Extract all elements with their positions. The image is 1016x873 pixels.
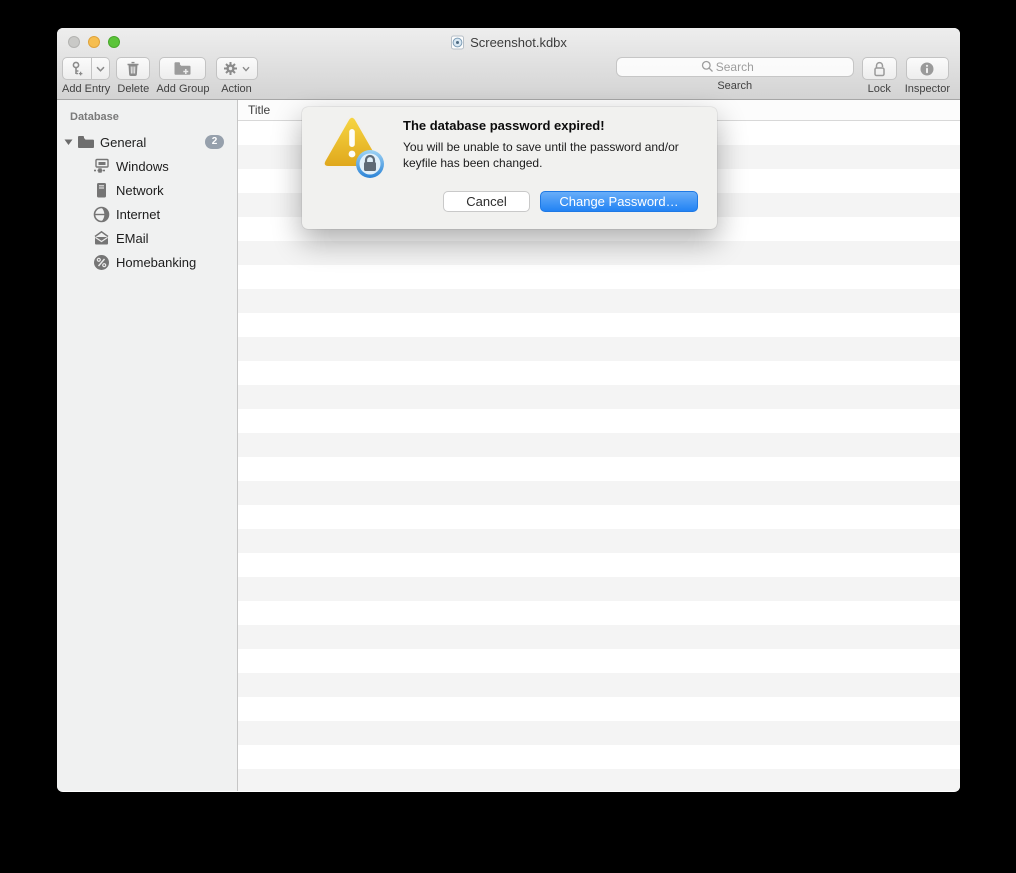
- warning-lock-icon: [322, 116, 384, 178]
- toolbar-right: Search Lock: [615, 57, 950, 95]
- dialog-title: The database password expired!: [403, 118, 605, 133]
- delete-button[interactable]: [116, 57, 151, 80]
- titlebar: Screenshot.kdbx: [57, 28, 960, 56]
- internet-icon: [93, 206, 110, 223]
- sidebar: Database General 2 Windows Network Inter…: [57, 100, 238, 791]
- sidebar-item-windows[interactable]: Windows: [57, 154, 237, 178]
- search-group: Search: [615, 57, 854, 92]
- sidebar-item-label: EMail: [116, 230, 149, 246]
- folder-plus-icon: [174, 62, 191, 75]
- sidebar-item-label: General: [100, 134, 147, 150]
- cancel-button[interactable]: Cancel: [443, 191, 530, 212]
- dialog-message: You will be unable to save until the pas…: [403, 140, 679, 170]
- inspector-button[interactable]: [905, 57, 949, 80]
- sidebar-item-label: Internet: [116, 206, 161, 222]
- window-title: Screenshot.kdbx: [470, 34, 567, 50]
- search-label: Search: [717, 80, 753, 92]
- sidebar-item-internet[interactable]: Internet: [57, 202, 237, 226]
- toolbar: Add Entry Delete Add Group Action Search…: [57, 56, 960, 100]
- entry-count-badge: 2: [205, 135, 224, 149]
- change-password-button[interactable]: Change Password…: [540, 191, 698, 212]
- disclosure-triangle-icon[interactable]: [64, 138, 74, 146]
- action-group: Action: [215, 57, 258, 95]
- add-entry-group: Add Entry: [62, 57, 110, 95]
- lock-group: Lock: [861, 57, 897, 95]
- password-expired-dialog: The database password expired! You will …: [302, 107, 717, 229]
- sidebar-item-email[interactable]: EMail: [57, 226, 237, 250]
- network-icon: [93, 182, 110, 199]
- email-icon: [93, 230, 110, 247]
- add-group-label: Add Group: [156, 83, 210, 95]
- homebanking-icon: [93, 254, 110, 271]
- sidebar-item-label: Network: [116, 182, 164, 198]
- key-plus-icon: [62, 57, 93, 80]
- window-title-area: Screenshot.kdbx: [450, 35, 567, 50]
- traffic-lights: [68, 36, 120, 48]
- window-header: Screenshot.kdbx Add Entry Delete Add Gro…: [57, 28, 960, 100]
- lock-button[interactable]: [861, 57, 897, 80]
- action-button[interactable]: [215, 57, 258, 80]
- add-entry-label: Add Entry: [62, 83, 111, 95]
- sidebar-section-header: Database: [70, 111, 119, 123]
- info-icon: [920, 62, 934, 75]
- sidebar-item-network[interactable]: Network: [57, 178, 237, 202]
- folder-icon: [77, 134, 94, 151]
- lock-label: Lock: [867, 83, 891, 95]
- windows-icon: [93, 158, 110, 175]
- search-input[interactable]: [615, 57, 854, 77]
- add-entry-button[interactable]: [62, 57, 111, 80]
- delete-group: Delete: [116, 57, 151, 95]
- sidebar-item-general[interactable]: General 2: [57, 130, 237, 154]
- add-group-button[interactable]: [159, 57, 207, 80]
- inspector-group: Inspector: [905, 57, 950, 95]
- sidebar-item-label: Homebanking: [116, 254, 197, 270]
- add-group-group: Add Group: [156, 57, 210, 95]
- sidebar-item-homebanking[interactable]: Homebanking: [57, 250, 237, 274]
- inspector-label: Inspector: [904, 83, 950, 95]
- trash-icon: [127, 61, 139, 76]
- action-label: Action: [221, 83, 252, 95]
- zoom-button[interactable]: [108, 36, 120, 48]
- minimize-button[interactable]: [88, 36, 100, 48]
- app-window: Screenshot.kdbx Add Entry Delete Add Gro…: [57, 28, 960, 792]
- chevron-down-icon: [92, 57, 111, 80]
- sidebar-item-label: Windows: [116, 158, 169, 174]
- chevron-down-icon: [242, 66, 250, 72]
- delete-label: Delete: [117, 83, 150, 95]
- unlock-icon: [874, 61, 885, 76]
- document-icon: [451, 35, 465, 49]
- column-header-label: Title: [248, 103, 271, 117]
- gear-icon: [224, 62, 238, 75]
- close-button[interactable]: [68, 36, 80, 48]
